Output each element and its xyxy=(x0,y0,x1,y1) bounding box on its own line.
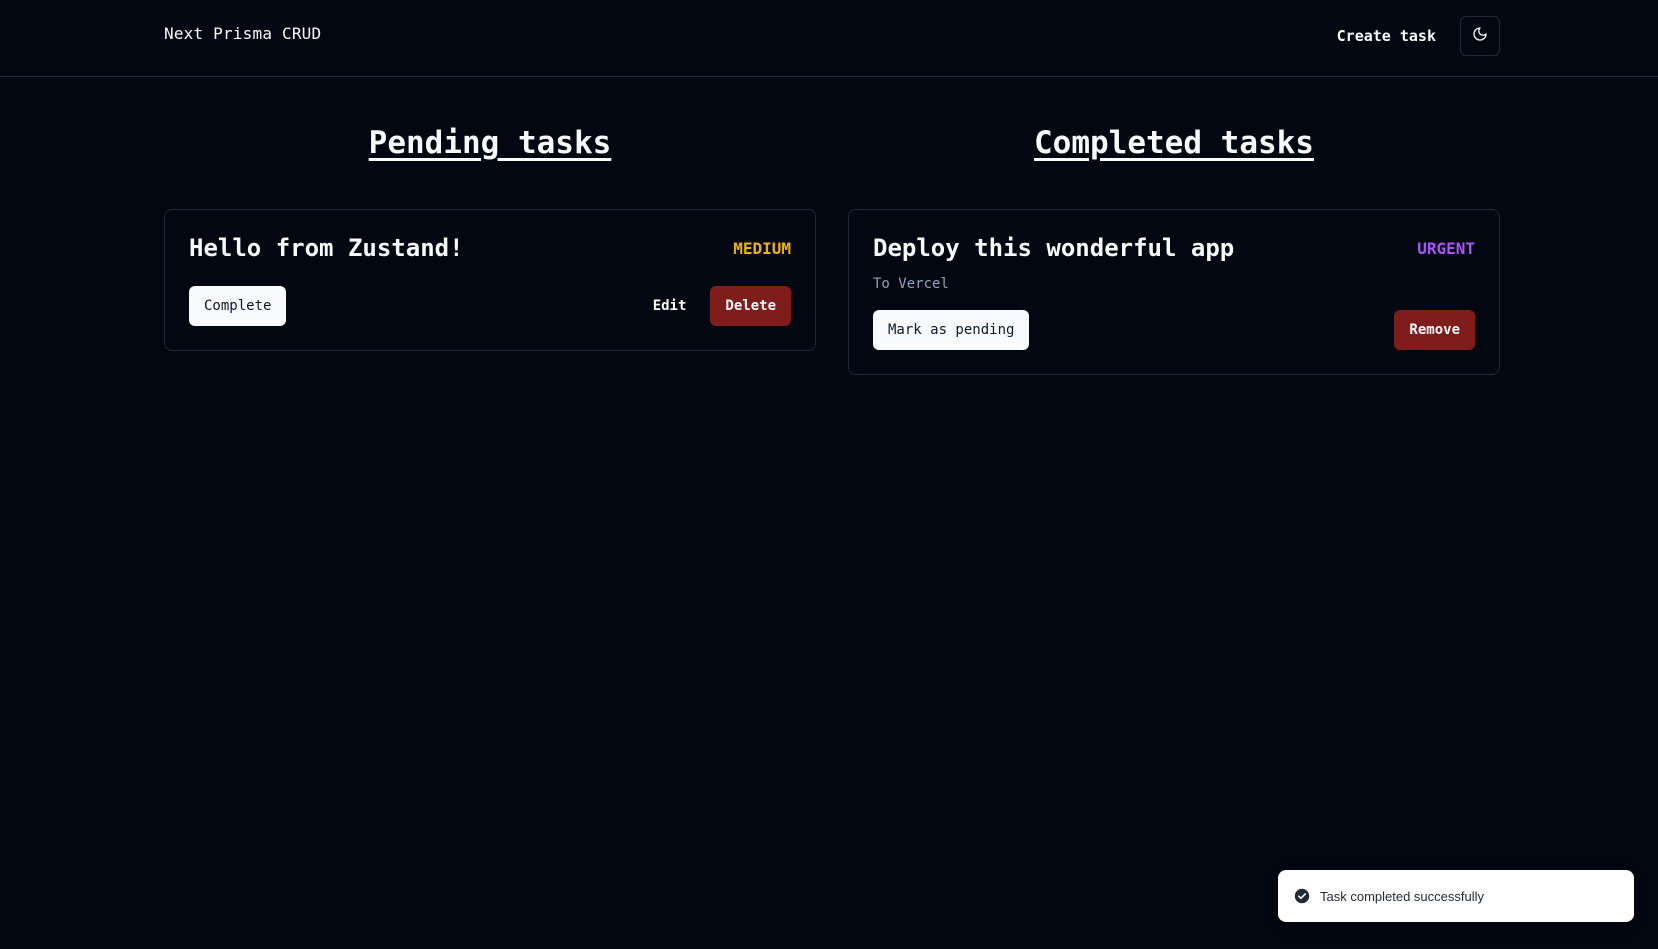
theme-toggle-button[interactable] xyxy=(1460,16,1500,56)
nav-actions: Create task xyxy=(1329,16,1500,56)
edit-button[interactable]: Edit xyxy=(637,286,703,326)
priority-badge: MEDIUM xyxy=(733,238,791,258)
brand-link[interactable]: Next Prisma CRUD xyxy=(164,24,321,43)
moon-icon xyxy=(1472,26,1488,46)
pending-tasks-heading: Pending tasks xyxy=(368,125,612,161)
completed-tasks-section: Completed tasks Deploy this wonderful ap… xyxy=(848,77,1500,375)
task-title: Deploy this wonderful app xyxy=(873,234,1235,262)
task-card: Hello from Zustand! MEDIUM Complete Edit… xyxy=(164,209,816,351)
priority-badge: URGENT xyxy=(1417,238,1475,258)
remove-button[interactable]: Remove xyxy=(1394,310,1475,350)
check-circle-icon xyxy=(1294,888,1310,904)
completed-tasks-heading: Completed tasks xyxy=(1034,125,1314,161)
create-task-link[interactable]: Create task xyxy=(1329,19,1444,53)
task-title: Hello from Zustand! xyxy=(189,234,464,262)
complete-button[interactable]: Complete xyxy=(189,286,287,326)
delete-button[interactable]: Delete xyxy=(710,286,791,326)
task-card: Deploy this wonderful app URGENT To Verc… xyxy=(848,209,1500,375)
navbar: Next Prisma CRUD Create task xyxy=(0,0,1658,77)
mark-pending-button[interactable]: Mark as pending xyxy=(873,310,1030,350)
toast-message: Task completed successfully xyxy=(1320,888,1485,904)
pending-tasks-section: Pending tasks Hello from Zustand! MEDIUM… xyxy=(164,77,816,351)
toast-notification[interactable]: Task completed successfully xyxy=(1278,870,1634,922)
task-description: To Vercel xyxy=(873,276,949,292)
